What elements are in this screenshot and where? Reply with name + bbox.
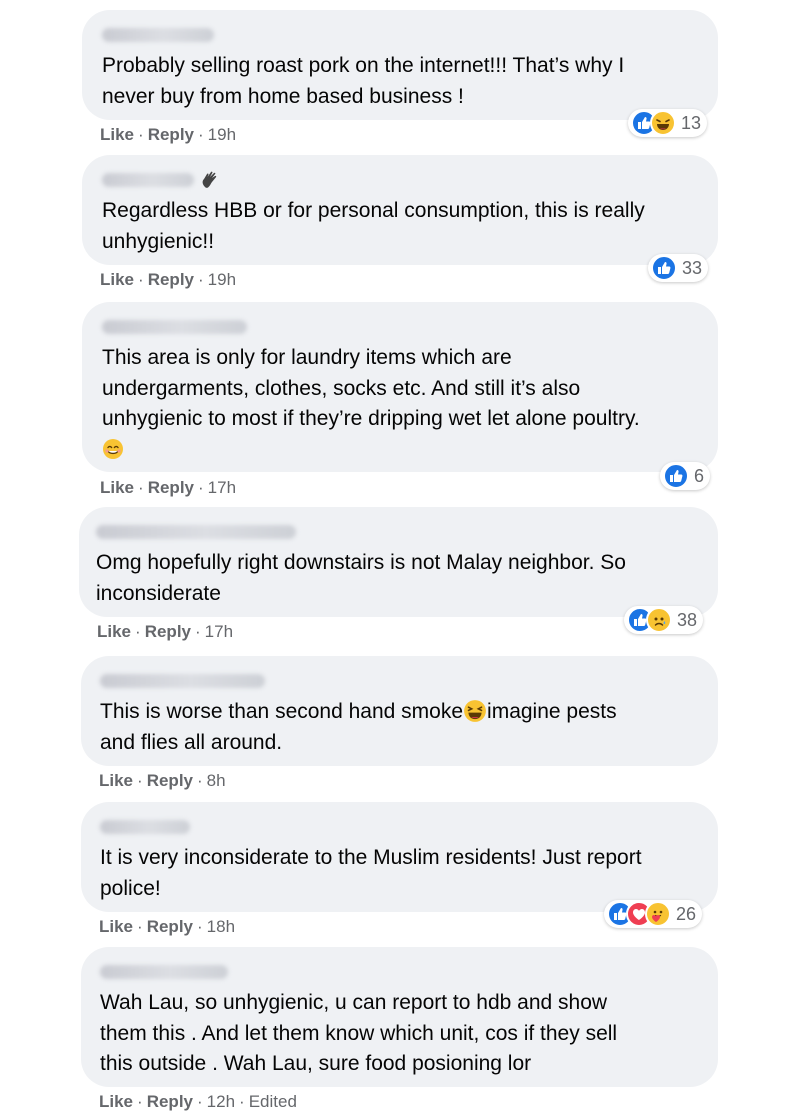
reply-link[interactable]: Reply — [147, 917, 193, 936]
comment-bubble: This area is only for laundry items whic… — [82, 302, 718, 472]
commenter-name-blurred[interactable] — [100, 820, 190, 834]
like-link[interactable]: Like — [97, 622, 131, 641]
smiling-emoji — [103, 438, 123, 459]
reply-link[interactable]: Reply — [145, 622, 191, 641]
comment-text: Omg hopefully right downstairs is not Ma… — [96, 551, 626, 605]
reaction-count: 26 — [676, 903, 697, 924]
comment-text: This area is only for laundry items whic… — [102, 346, 640, 430]
comment-actions: Like · Reply · 17h — [100, 478, 237, 497]
commenter-name-blurred[interactable] — [102, 320, 247, 334]
commenter-name-blurred[interactable] — [100, 674, 265, 688]
comment-bubble: Wah Lau, so unhygienic, u can report to … — [81, 947, 718, 1087]
timestamp[interactable]: 18h — [207, 917, 235, 936]
reaction-summary[interactable]: 13 — [628, 109, 708, 137]
commenter-name-blurred[interactable] — [100, 965, 228, 979]
like-link[interactable]: Like — [99, 1092, 133, 1111]
reaction-count: 33 — [682, 257, 703, 278]
timestamp[interactable]: 8h — [207, 771, 226, 790]
like-link[interactable]: Like — [100, 478, 134, 497]
reply-link[interactable]: Reply — [147, 771, 193, 790]
like-link[interactable]: Like — [100, 270, 134, 289]
like-link[interactable]: Like — [99, 917, 133, 936]
waving-hand-icon — [202, 171, 217, 188]
comment-bubble: Regardless HBB or for personal consumpti… — [82, 155, 718, 265]
reply-link[interactable]: Reply — [148, 270, 194, 289]
reply-link[interactable]: Reply — [148, 478, 194, 497]
comment-text: Regardless HBB or for personal consumpti… — [102, 199, 645, 253]
comment-actions: Like · Reply · 18h — [99, 917, 236, 936]
comment-text: It is very inconsiderate to the Muslim r… — [100, 846, 642, 900]
like-link[interactable]: Like — [100, 125, 134, 144]
care-reaction-icon — [645, 901, 671, 927]
like-reaction-icon — [663, 463, 689, 489]
comment-text: This is worse than second hand smoke imag… — [100, 700, 617, 754]
reaction-count: 6 — [694, 465, 705, 486]
timestamp[interactable]: 19h — [208, 270, 236, 289]
reaction-count: 38 — [677, 609, 698, 630]
like-reaction-icon — [651, 255, 677, 281]
reply-link[interactable]: Reply — [147, 1092, 193, 1111]
timestamp[interactable]: 19h — [208, 125, 236, 144]
commenter-name-blurred[interactable] — [102, 173, 194, 187]
comment-actions: Like · Reply · 19h — [100, 125, 237, 144]
sad-reaction-icon — [646, 607, 672, 633]
comment-actions: Like · Reply · 19h — [100, 270, 237, 289]
haha-reaction-icon — [650, 110, 676, 136]
reply-link[interactable]: Reply — [148, 125, 194, 144]
commenter-name-blurred[interactable] — [102, 28, 214, 42]
comment-bubble: It is very inconsiderate to the Muslim r… — [81, 802, 718, 912]
reaction-summary[interactable]: 26 — [604, 900, 703, 928]
reaction-summary[interactable]: 6 — [660, 462, 711, 490]
comment-bubble: Omg hopefully right downstairs is not Ma… — [79, 507, 718, 617]
comment-bubble: This is worse than second hand smoke imag… — [81, 656, 718, 766]
comment-text: Probably selling roast pork on the inter… — [102, 54, 625, 108]
reaction-count: 13 — [681, 112, 702, 133]
comment-actions: Like · Reply · 12h · Edited — [99, 1092, 297, 1111]
edited-label[interactable]: Edited — [249, 1092, 297, 1111]
timestamp[interactable]: 17h — [205, 622, 233, 641]
commenter-name-blurred[interactable] — [96, 525, 296, 539]
timestamp[interactable]: 12h — [207, 1092, 235, 1111]
like-link[interactable]: Like — [99, 771, 133, 790]
reaction-summary[interactable]: 38 — [624, 606, 704, 634]
comment-actions: Like · Reply · 17h — [97, 622, 234, 641]
comment-actions: Like · Reply · 8h — [99, 771, 226, 790]
timestamp[interactable]: 17h — [208, 478, 236, 497]
reaction-summary[interactable]: 33 — [648, 254, 709, 282]
laughing-emoji — [464, 700, 486, 722]
comment-bubble: Probably selling roast pork on the inter… — [82, 10, 718, 120]
comment-text: Wah Lau, so unhygienic, u can report to … — [100, 991, 618, 1075]
